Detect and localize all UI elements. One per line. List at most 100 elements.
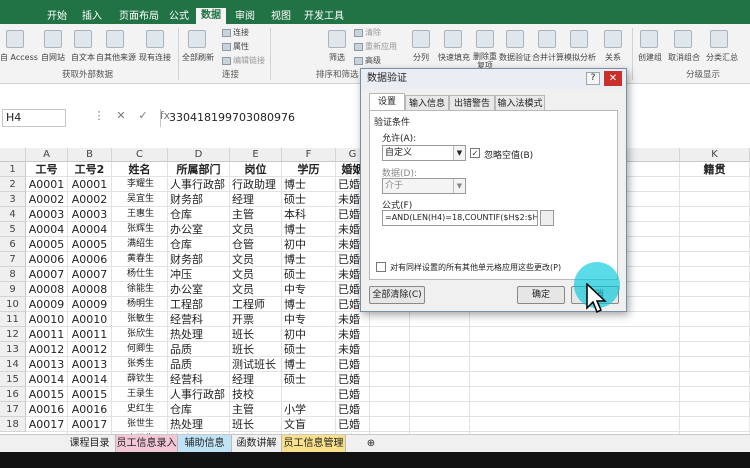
table-cell[interactable]: A0013 [26,357,68,372]
table-cell[interactable] [680,222,750,237]
table-cell[interactable]: 何卿生 [112,342,168,357]
table-cell[interactable]: 行政助理 [230,177,282,192]
table-cell[interactable]: A0002 [68,192,112,207]
name-box[interactable]: H4 [2,109,66,127]
existing-connections-button[interactable]: 现有连接 [138,52,172,63]
table-cell[interactable]: 仓库 [168,207,230,222]
table-cell[interactable] [410,312,470,327]
table-cell[interactable] [470,342,680,357]
table-cell[interactable]: A0011 [68,327,112,342]
table-cell[interactable]: 已婚 [336,387,370,402]
table-cell[interactable]: 财务部 [168,192,230,207]
table-cell[interactable] [680,207,750,222]
table-cell[interactable]: A0012 [68,342,112,357]
row-header[interactable]: 5 [0,222,26,237]
advanced-filter-button[interactable]: 高级 [354,55,381,66]
table-cell[interactable]: 品质 [168,357,230,372]
table-cell[interactable]: 硕士 [282,267,336,282]
close-button[interactable]: ✕ [604,71,622,86]
header-cell[interactable]: 工号2 [68,162,112,177]
table-cell[interactable]: A0007 [26,267,68,282]
clear-filter-button[interactable]: 清除 [354,27,381,38]
row-header[interactable]: 6 [0,237,26,252]
table-cell[interactable] [470,372,680,387]
table-cell[interactable]: A0001 [68,177,112,192]
table-cell[interactable]: 工程部 [168,297,230,312]
header-cell[interactable]: 籍贯 [680,162,750,177]
table-cell[interactable]: A0017 [68,417,112,432]
table-cell[interactable] [410,402,470,417]
table-cell[interactable]: 经理 [230,372,282,387]
table-cell[interactable]: 班长 [230,327,282,342]
table-cell[interactable]: 初中 [282,327,336,342]
row-header[interactable]: 3 [0,192,26,207]
row-header[interactable]: 13 [0,342,26,357]
table-cell[interactable]: 博士 [282,177,336,192]
row-header[interactable]: 14 [0,357,26,372]
table-cell[interactable] [680,177,750,192]
column-header[interactable]: K [680,148,750,162]
table-cell[interactable]: 未婚 [336,327,370,342]
table-cell[interactable] [680,417,750,432]
ok-button[interactable]: 确定 [517,286,565,304]
table-cell[interactable] [680,252,750,267]
clear-all-button[interactable]: 全部清除(C) [369,286,425,304]
flash-fill-button[interactable]: 快速填充 [436,52,472,63]
edit-links-button[interactable]: 编辑链接 [222,55,265,66]
tab-formulas[interactable]: 公式 [162,9,196,24]
table-cell[interactable]: 已婚 [336,372,370,387]
row-header[interactable]: 16 [0,387,26,402]
table-cell[interactable] [470,357,680,372]
tab-view[interactable]: 视图 [266,9,296,24]
table-cell[interactable] [680,282,750,297]
tab-page-layout[interactable]: 页面布局 [112,9,166,24]
table-cell[interactable] [680,402,750,417]
row-header[interactable]: 4 [0,207,26,222]
table-cell[interactable]: A0004 [68,222,112,237]
table-cell[interactable]: A0010 [26,312,68,327]
table-cell[interactable]: A0016 [68,402,112,417]
table-cell[interactable]: A0017 [26,417,68,432]
table-cell[interactable]: 仓管 [230,237,282,252]
table-cell[interactable]: 黄春生 [112,252,168,267]
table-cell[interactable]: 经营科 [168,372,230,387]
tab-home[interactable]: 开始 [40,9,74,24]
table-cell[interactable]: 初中 [282,237,336,252]
table-cell[interactable] [680,327,750,342]
table-cell[interactable]: 博士 [282,252,336,267]
table-cell[interactable]: 博士 [282,222,336,237]
header-cell[interactable]: 学历 [282,162,336,177]
table-cell[interactable]: A0002 [26,192,68,207]
table-cell[interactable] [370,327,410,342]
table-cell[interactable] [680,192,750,207]
table-cell[interactable]: A0001 [26,177,68,192]
table-cell[interactable] [680,387,750,402]
table-cell[interactable]: 王录生 [112,387,168,402]
table-cell[interactable]: 人事行政部 [168,387,230,402]
table-cell[interactable]: 仓库 [168,237,230,252]
table-cell[interactable]: 王惠生 [112,207,168,222]
tab-data[interactable]: 数据 [196,8,226,24]
help-icon[interactable]: ? [586,72,600,85]
row-header[interactable]: 17 [0,402,26,417]
row-header[interactable]: 7 [0,252,26,267]
table-cell[interactable] [410,342,470,357]
table-cell[interactable]: 文员 [230,252,282,267]
table-cell[interactable]: 热处理 [168,417,230,432]
cancel-icon[interactable]: ✕ [110,109,132,122]
table-cell[interactable] [680,267,750,282]
table-cell[interactable] [680,372,750,387]
table-cell[interactable]: 史红生 [112,402,168,417]
table-cell[interactable]: 吴宜生 [112,192,168,207]
header-cell[interactable]: 姓名 [112,162,168,177]
table-cell[interactable] [410,417,470,432]
table-cell[interactable]: 工程师 [230,297,282,312]
table-cell[interactable]: 仓库 [168,402,230,417]
table-cell[interactable]: 热处理 [168,327,230,342]
row-header[interactable]: 15 [0,372,26,387]
header-cell[interactable]: 工号 [26,162,68,177]
table-cell[interactable]: 文盲 [282,417,336,432]
table-cell[interactable]: 硕士 [282,342,336,357]
column-header[interactable]: B [68,148,112,162]
table-cell[interactable]: A0003 [68,207,112,222]
